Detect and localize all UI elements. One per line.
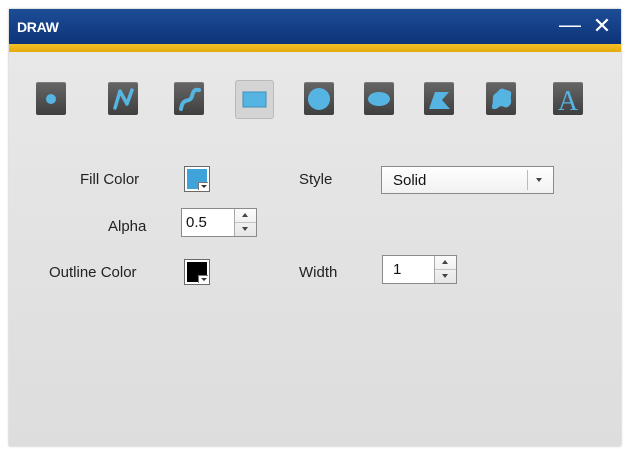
freehand-polygon-icon	[491, 88, 512, 110]
ellipse-tool-button[interactable]	[364, 82, 394, 115]
style-select-value: Solid	[393, 172, 427, 189]
alpha-decrement-button[interactable]	[235, 223, 256, 236]
circle-tool-button[interactable]	[304, 82, 334, 115]
close-button[interactable]: ✕	[589, 13, 615, 40]
point-icon	[46, 94, 56, 104]
freehand-line-tool-button[interactable]	[174, 82, 204, 115]
circle-icon	[308, 88, 330, 110]
minimize-button[interactable]: —	[557, 13, 583, 40]
fill-color-picker[interactable]	[184, 166, 210, 192]
alpha-increment-button[interactable]	[235, 209, 256, 223]
svg-text:A: A	[558, 86, 579, 115]
rectangle-tool-button[interactable]	[235, 80, 274, 119]
dropdown-arrow-icon[interactable]	[527, 170, 550, 190]
draw-window: DRAW — ✕ A Fill Color Style Solid Alpha …	[9, 9, 621, 446]
freehand-line-icon	[179, 87, 201, 111]
polyline-tool-button[interactable]	[108, 82, 138, 115]
text-icon: A	[558, 86, 579, 115]
polygon-tool-button[interactable]	[424, 82, 454, 115]
style-select[interactable]: Solid	[381, 166, 554, 194]
alpha-stepper[interactable]: 0.5	[181, 208, 257, 237]
width-value[interactable]: 1	[393, 261, 401, 278]
window-title: DRAW	[17, 19, 59, 35]
rectangle-icon	[242, 91, 267, 108]
style-label: Style	[299, 171, 333, 188]
polygon-icon	[429, 92, 450, 109]
alpha-label: Alpha	[108, 218, 147, 235]
polyline-icon	[113, 88, 134, 110]
width-label: Width	[299, 264, 338, 281]
chevron-down-icon	[198, 182, 208, 190]
alpha-stepper-buttons	[234, 209, 256, 236]
ellipse-icon	[368, 92, 390, 106]
width-stepper[interactable]: 1	[382, 255, 457, 284]
width-stepper-buttons	[434, 256, 456, 283]
fill-color-label: Fill Color	[80, 171, 140, 188]
width-increment-button[interactable]	[435, 256, 456, 270]
chevron-down-icon	[198, 275, 208, 283]
title-bar[interactable]: DRAW — ✕	[9, 9, 621, 44]
outline-color-picker[interactable]	[184, 259, 210, 285]
freehand-polygon-tool-button[interactable]	[486, 82, 516, 115]
width-decrement-button[interactable]	[435, 270, 456, 283]
outline-color-label: Outline Color	[49, 264, 137, 281]
point-tool-button[interactable]	[36, 82, 66, 115]
alpha-value[interactable]: 0.5	[186, 214, 207, 231]
text-tool-button[interactable]: A	[553, 82, 583, 115]
accent-bar	[9, 44, 621, 52]
